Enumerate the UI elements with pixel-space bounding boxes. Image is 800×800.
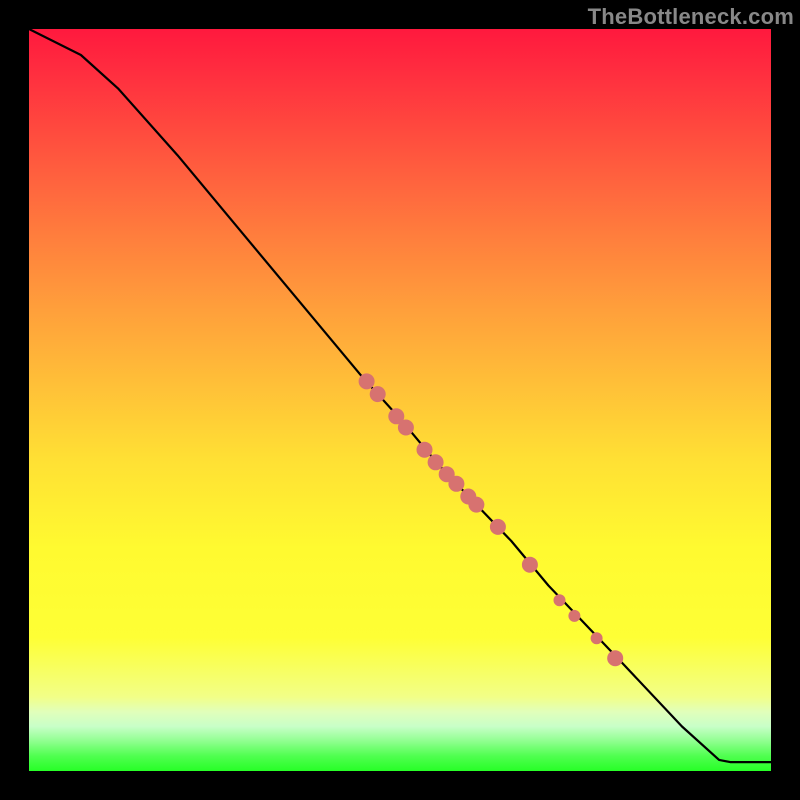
highlight-point (468, 497, 484, 513)
highlight-point (359, 373, 375, 389)
watermark-text: TheBottleneck.com (588, 4, 794, 30)
chart-svg (29, 29, 771, 771)
highlight-point (370, 386, 386, 402)
highlight-point (554, 594, 566, 606)
highlight-point (428, 454, 444, 470)
highlight-point (607, 650, 623, 666)
highlight-point (591, 632, 603, 644)
chart-container: TheBottleneck.com (0, 0, 800, 800)
highlight-point (417, 442, 433, 458)
highlight-point (490, 519, 506, 535)
curve-polyline (29, 29, 771, 762)
curve-line (29, 29, 771, 762)
highlight-point (568, 610, 580, 622)
plot-area (29, 29, 771, 771)
highlight-point (398, 420, 414, 436)
highlight-point (448, 476, 464, 492)
highlight-point (522, 557, 538, 573)
